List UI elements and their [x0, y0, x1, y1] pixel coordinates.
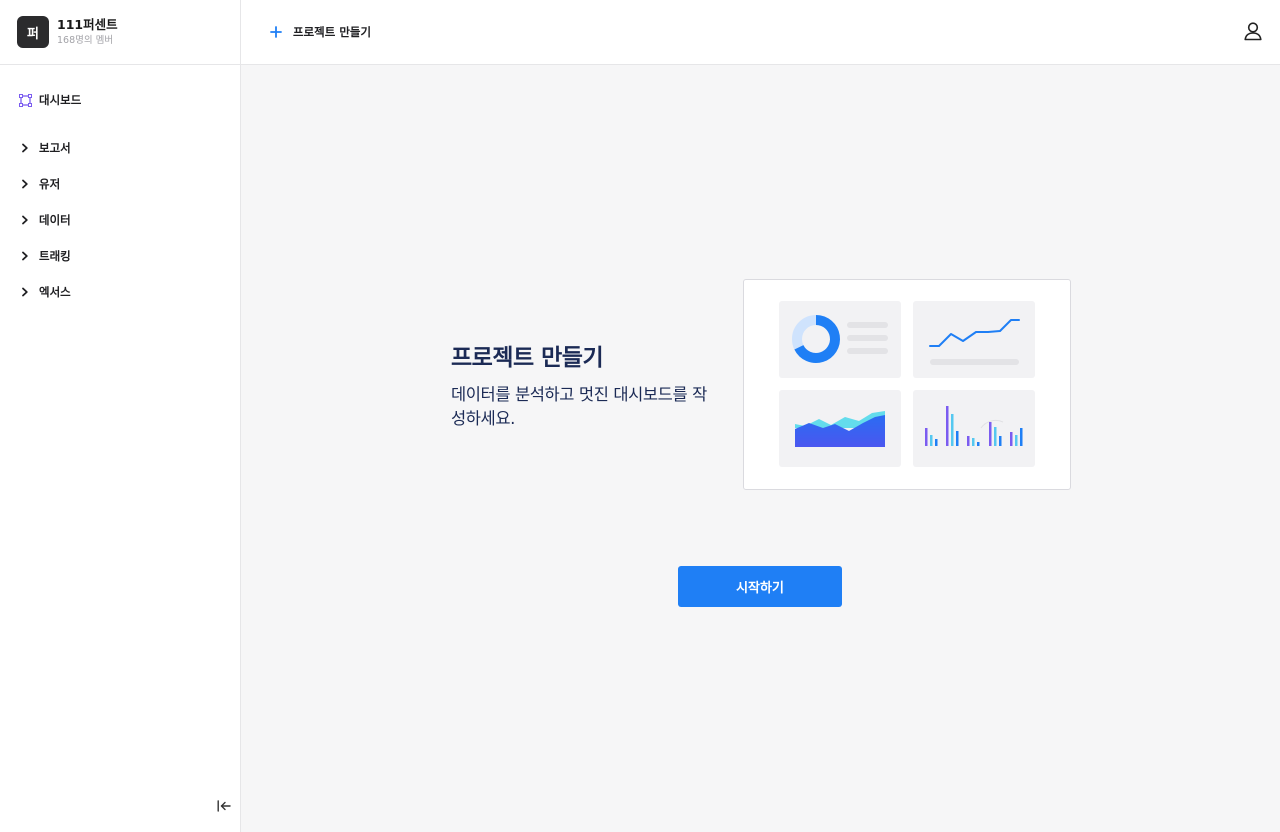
chevron-right-icon — [18, 249, 32, 263]
area-chart-illustration — [779, 390, 901, 467]
top-bar: 프로젝트 만들기 — [241, 0, 1280, 65]
workspace-avatar: 퍼 — [17, 16, 49, 48]
sidebar-item-label: 보고서 — [39, 141, 71, 155]
sidebar-item-dashboard[interactable]: 대시보드 — [0, 90, 240, 110]
sidebar-item-label: 트래킹 — [39, 249, 71, 263]
chevron-right-icon — [18, 285, 32, 299]
chevron-right-icon — [18, 141, 32, 155]
chevron-right-icon — [18, 177, 32, 191]
page-title: 프로젝트 만들기 — [451, 345, 604, 371]
user-icon — [1243, 21, 1263, 45]
sidebar-item-label: 엑서스 — [39, 285, 71, 299]
user-menu-button[interactable] — [1242, 22, 1264, 44]
new-project-button[interactable]: 프로젝트 만들기 — [269, 22, 371, 42]
dashboard-icon — [18, 93, 32, 107]
sidebar-item-tracking[interactable]: 트래킹 — [0, 238, 240, 274]
sidebar-item-label: 유저 — [39, 177, 61, 191]
workspace-switcher[interactable]: 퍼 111퍼센트 168명의 멤버 — [0, 0, 240, 65]
sidebar-nav: 대시보드 보고서 유저 데이터 트래킹 엑서스 — [0, 65, 240, 310]
bar-chart-illustration — [913, 390, 1035, 467]
sidebar-item-data[interactable]: 데이터 — [0, 202, 240, 238]
sidebar-item-reports[interactable]: 보고서 — [0, 130, 240, 166]
donut-chart-illustration — [779, 301, 901, 378]
collapse-sidebar-button[interactable] — [214, 797, 234, 815]
sidebar-item-users[interactable]: 유저 — [0, 166, 240, 202]
plus-icon — [269, 25, 283, 39]
sidebar: 퍼 111퍼센트 168명의 멤버 대시보드 보고서 유저 데이터 트래킹 엑서… — [0, 0, 241, 832]
sidebar-item-label: 데이터 — [39, 213, 71, 227]
sidebar-item-access[interactable]: 엑서스 — [0, 274, 240, 310]
dashboard-preview-illustration — [743, 279, 1071, 490]
start-button[interactable]: 시작하기 — [678, 566, 842, 607]
chevron-right-icon — [18, 213, 32, 227]
collapse-sidebar-icon — [217, 797, 231, 816]
new-project-label: 프로젝트 만들기 — [293, 25, 372, 39]
sidebar-item-label: 대시보드 — [39, 93, 82, 107]
workspace-name: 111퍼센트 — [57, 17, 118, 32]
page-description: 데이터를 분석하고 멋진 대시보드를 작성하세요. — [451, 385, 707, 428]
line-chart-illustration — [913, 301, 1035, 378]
workspace-member-count: 168명의 멤버 — [57, 34, 114, 46]
